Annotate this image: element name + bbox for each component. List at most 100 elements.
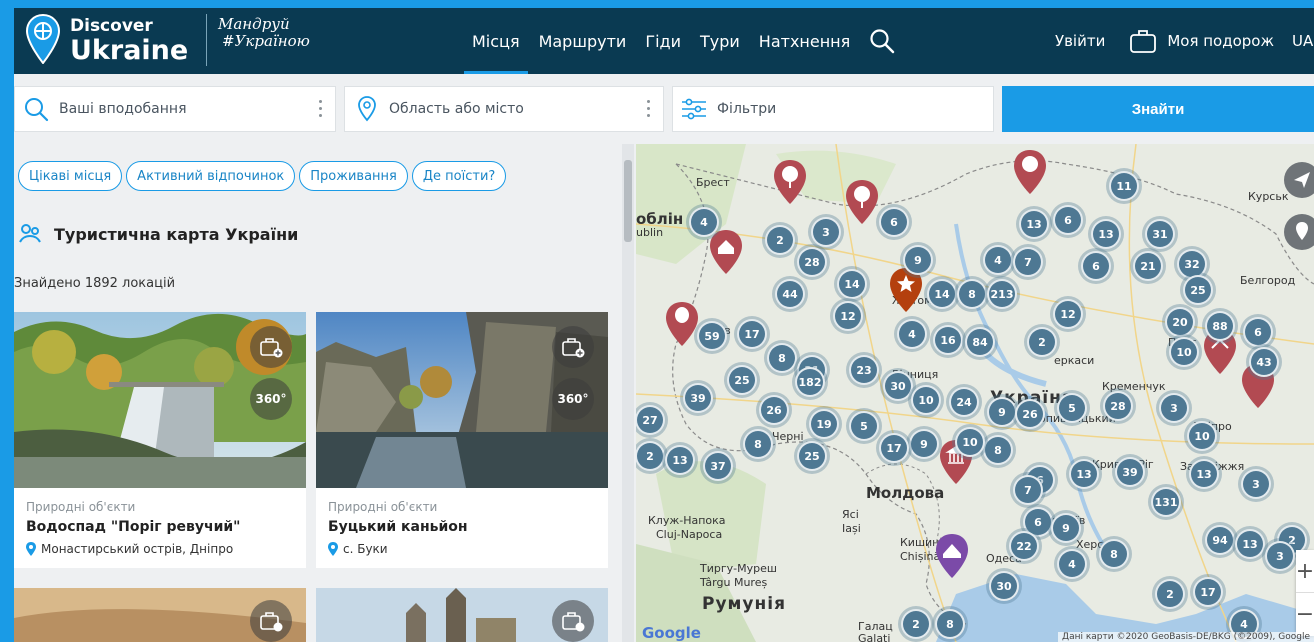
map-cluster[interactable]: 12	[833, 301, 863, 331]
map-cluster[interactable]: 2	[765, 225, 795, 255]
chip-interesting-places[interactable]: Цікаві місця	[18, 161, 123, 191]
logo-pin-icon[interactable]	[26, 14, 60, 64]
map-cluster[interactable]: 10	[1169, 337, 1199, 367]
map-cluster[interactable]: 28	[1103, 391, 1133, 421]
nature-pin-icon[interactable]	[772, 158, 808, 206]
map-cluster[interactable]: 8	[935, 609, 965, 639]
map-cluster[interactable]: 13	[1189, 459, 1219, 489]
chip-active-rest[interactable]: Активний відпочинок	[126, 161, 296, 191]
google-logo[interactable]: Google	[642, 624, 701, 642]
pin-toggle-icon[interactable]	[1284, 214, 1314, 250]
map-cluster[interactable]: 8	[767, 343, 797, 373]
more-options-icon[interactable]	[319, 100, 323, 118]
map-cluster[interactable]: 7	[1013, 475, 1043, 505]
map-cluster[interactable]: 8	[1099, 539, 1129, 569]
map-cluster[interactable]: 26	[759, 395, 789, 425]
map-cluster[interactable]: 14	[837, 269, 867, 299]
map-cluster[interactable]: 88	[1205, 311, 1235, 341]
nav-inspiration[interactable]: Натхнення	[759, 8, 850, 74]
zoom-out-button[interactable]: −	[1296, 593, 1314, 636]
map-cluster[interactable]: 20	[1165, 307, 1195, 337]
map-cluster[interactable]: 9	[1051, 513, 1081, 543]
add-to-trip-icon[interactable]	[552, 600, 594, 642]
map-cluster[interactable]: 13	[1235, 529, 1265, 559]
map-cluster[interactable]: 4	[897, 319, 927, 349]
map-cluster[interactable]: 24	[949, 387, 979, 417]
map-cluster[interactable]: 84	[965, 327, 995, 357]
map-cluster[interactable]: 6	[879, 207, 909, 237]
nav-routes[interactable]: Маршрути	[539, 8, 627, 74]
chip-where-to-eat[interactable]: Де поїсти?	[411, 161, 507, 191]
map-cluster[interactable]: 25	[1183, 275, 1213, 305]
map-cluster[interactable]: 8	[983, 435, 1013, 465]
map-cluster[interactable]: 37	[703, 451, 733, 481]
map-cluster[interactable]: 32	[1177, 249, 1207, 279]
map-cluster[interactable]: 25	[797, 441, 827, 471]
place-card[interactable]	[316, 588, 608, 642]
region-field[interactable]: Область або місто	[344, 86, 664, 132]
map-cluster[interactable]: 9	[909, 429, 939, 459]
tourist-map[interactable]: Брест облін ublin Курськ Белгород Житом …	[636, 144, 1314, 642]
place-card[interactable]	[14, 588, 306, 642]
map-cluster[interactable]: 213	[987, 279, 1017, 309]
place-photo[interactable]: 360°	[316, 312, 608, 488]
map-cluster[interactable]: 30	[989, 571, 1019, 601]
nav-tours[interactable]: Тури	[700, 8, 740, 74]
map-cluster[interactable]: 8	[957, 279, 987, 309]
accommodation-pin-icon[interactable]	[934, 532, 970, 580]
map-cluster[interactable]: 17	[1193, 577, 1223, 607]
place-card[interactable]: 360° Природні об'єкти Водоспад "Поріг ре…	[14, 312, 306, 568]
add-to-trip-icon[interactable]	[250, 600, 292, 642]
my-trip-link[interactable]: Моя подорож	[1129, 28, 1274, 54]
map-cluster[interactable]: 3	[1159, 393, 1189, 423]
map-cluster[interactable]: 2	[636, 441, 665, 471]
map-cluster[interactable]: 2	[901, 609, 931, 639]
map-cluster[interactable]: 25	[727, 365, 757, 395]
map-cluster[interactable]: 13	[1019, 209, 1049, 239]
nav-places[interactable]: Місця	[464, 8, 528, 74]
view-360-badge[interactable]: 360°	[250, 378, 292, 420]
map-cluster[interactable]: 4	[1057, 549, 1087, 579]
map-cluster[interactable]: 59	[697, 321, 727, 351]
place-photo[interactable]: 360°	[14, 312, 306, 488]
login-link[interactable]: Увійти	[1055, 32, 1105, 50]
map-cluster[interactable]: 3	[1241, 469, 1271, 499]
map-cluster[interactable]: 6	[1081, 251, 1111, 281]
view-360-badge[interactable]: 360°	[552, 378, 594, 420]
map-cluster[interactable]: 9	[987, 397, 1017, 427]
map-cluster[interactable]: 22	[1009, 531, 1039, 561]
map-cluster[interactable]: 10	[955, 427, 985, 457]
scrollbar-thumb[interactable]	[624, 160, 632, 242]
more-options-icon[interactable]	[647, 100, 651, 118]
map-cluster[interactable]: 7	[1013, 247, 1043, 277]
add-to-trip-icon[interactable]	[552, 326, 594, 368]
map-cluster[interactable]: 13	[1069, 459, 1099, 489]
map-cluster[interactable]: 17	[879, 433, 909, 463]
map-cluster[interactable]: 5	[849, 411, 879, 441]
map-cluster[interactable]: 4	[689, 207, 719, 237]
map-cluster[interactable]: 2	[1155, 579, 1185, 609]
map-cluster[interactable]: 5	[1057, 393, 1087, 423]
chip-accommodation[interactable]: Проживання	[299, 161, 408, 191]
map-cluster[interactable]: 27	[636, 405, 665, 435]
map-cluster[interactable]: 2	[1027, 327, 1057, 357]
map-cluster[interactable]: 39	[683, 383, 713, 413]
map-cluster[interactable]: 10	[911, 385, 941, 415]
map-cluster[interactable]: 131	[1151, 487, 1181, 517]
accommodation-pin-icon[interactable]	[708, 228, 744, 276]
map-cluster[interactable]: 9	[903, 245, 933, 275]
language-switch[interactable]: UA	[1292, 32, 1314, 50]
map-cluster[interactable]: 14	[927, 279, 957, 309]
map-attribution[interactable]: Дані карти ©2020 GeoBasis-DE/BKG (©2009)…	[1058, 632, 1314, 642]
map-cluster[interactable]: 11	[1109, 171, 1139, 201]
logo-text[interactable]: Discover Ukraine	[70, 18, 188, 65]
filters-field[interactable]: Фільтри	[672, 86, 994, 132]
zoom-in-button[interactable]: +	[1296, 550, 1314, 593]
map-cluster[interactable]: 39	[1115, 457, 1145, 487]
map-cluster[interactable]: 19	[809, 409, 839, 439]
map-cluster[interactable]: 26	[1015, 399, 1045, 429]
map-cluster[interactable]: 13	[1091, 219, 1121, 249]
search-icon[interactable]	[869, 28, 895, 54]
map-cluster[interactable]: 23	[849, 355, 879, 385]
map-cluster[interactable]: 182	[795, 367, 825, 397]
